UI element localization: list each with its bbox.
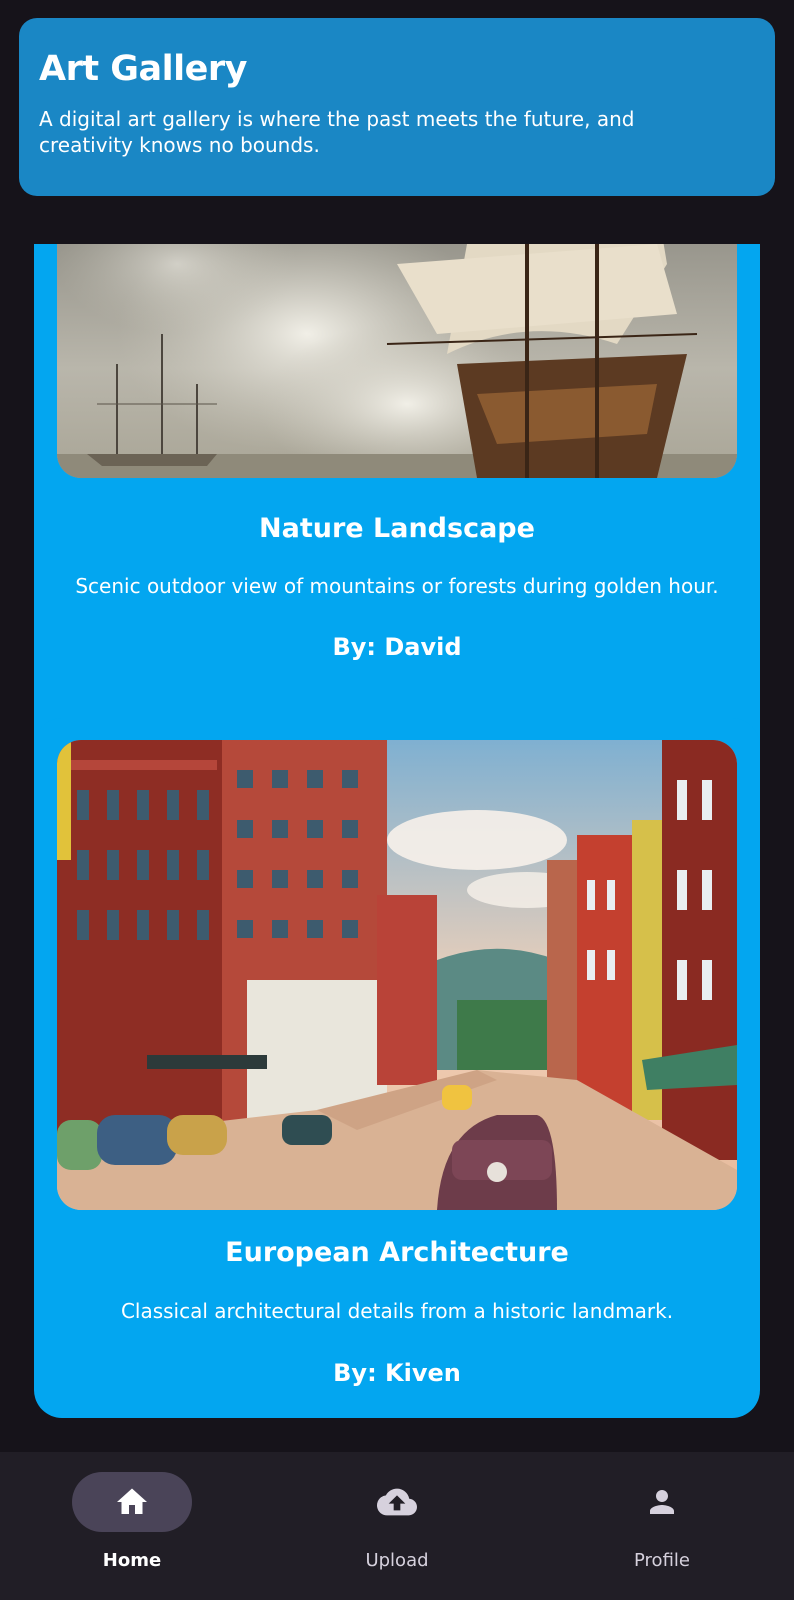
nav-home-label: Home	[102, 1550, 162, 1571]
nav-upload[interactable]: Upload	[327, 1472, 467, 1582]
artwork-title: Nature Landscape	[259, 513, 535, 544]
artwork-description: Classical architectural details from a h…	[120, 1299, 674, 1323]
nav-home-indicator[interactable]	[72, 1472, 192, 1532]
artwork-title: European Architecture	[225, 1237, 569, 1268]
artwork-card[interactable]: European Architecture Classical architec…	[34, 718, 760, 1418]
app-header: Art Gallery A digital art gallery is whe…	[19, 18, 775, 196]
bottom-navigation-bar: Home Upload Profile	[0, 1452, 794, 1600]
artwork-image-street[interactable]	[57, 740, 737, 1210]
home-icon	[117, 1488, 147, 1514]
app-screen: Art Gallery A digital art gallery is whe…	[0, 0, 794, 1600]
vintage-street-postcard	[57, 740, 737, 1210]
nav-home[interactable]: Home	[62, 1472, 202, 1582]
artwork-author: By: David	[332, 633, 462, 661]
nav-profile[interactable]: Profile	[592, 1472, 732, 1582]
artwork-image-sailing-ships[interactable]	[57, 244, 737, 478]
nav-upload-indicator[interactable]	[337, 1472, 457, 1532]
gallery-feed[interactable]: Nature Landscape Scenic outdoor view of …	[0, 244, 794, 1452]
nav-upload-label: Upload	[365, 1550, 429, 1571]
artwork-author: By: Kiven	[333, 1359, 461, 1387]
page-subtitle: A digital art gallery is where the past …	[39, 107, 635, 157]
nav-profile-indicator[interactable]	[602, 1472, 722, 1532]
nav-profile-label: Profile	[634, 1550, 690, 1571]
artwork-description: Scenic outdoor view of mountains or fore…	[75, 574, 719, 598]
person-icon	[650, 1490, 674, 1514]
upload-cloud-icon	[377, 1488, 417, 1516]
page-title: Art Gallery	[39, 49, 247, 89]
sailing-ships-painting	[57, 244, 737, 478]
